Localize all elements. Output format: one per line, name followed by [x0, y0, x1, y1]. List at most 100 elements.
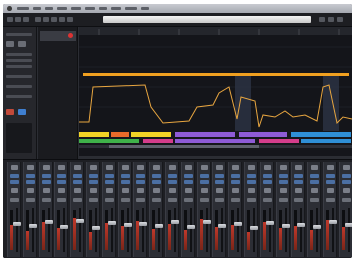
fader-track[interactable] [347, 208, 350, 252]
mute-solo-buttons[interactable] [341, 198, 351, 202]
pan-knob[interactable] [200, 188, 208, 193]
pan-knob[interactable] [295, 188, 303, 193]
pan-knob[interactable] [169, 188, 176, 193]
gain-knob[interactable] [169, 165, 176, 170]
channel-strip[interactable] [275, 162, 290, 257]
channel-strip[interactable] [149, 162, 164, 257]
send-slot[interactable] [310, 180, 320, 184]
channel-strip[interactable] [180, 162, 195, 257]
insert-slot[interactable] [326, 174, 335, 178]
channel-strip[interactable] [38, 162, 53, 257]
yellow-region[interactable] [131, 132, 171, 137]
send-slot[interactable] [278, 180, 288, 184]
purple-region[interactable] [175, 132, 235, 137]
mute-solo-buttons[interactable] [104, 198, 114, 202]
mute-solo-buttons[interactable] [278, 198, 288, 202]
insert-slot[interactable] [73, 174, 83, 178]
fader-track[interactable] [63, 208, 66, 252]
pan-knob[interactable] [137, 188, 145, 193]
play-button[interactable] [59, 17, 65, 22]
inspector-insert-slot[interactable] [6, 53, 32, 56]
menu-item-region[interactable] [71, 7, 81, 10]
send-slot[interactable] [136, 180, 146, 184]
inspector-eq-button[interactable] [18, 41, 26, 47]
pan-knob[interactable] [263, 188, 271, 193]
magenta-region[interactable] [259, 139, 299, 143]
send-slot[interactable] [152, 180, 162, 184]
forward-button[interactable] [43, 17, 49, 22]
menu-item-help[interactable] [141, 7, 149, 10]
pan-knob[interactable] [248, 188, 255, 193]
channel-strip[interactable] [70, 162, 85, 257]
automation-curve[interactable] [79, 84, 352, 128]
mute-solo-buttons[interactable] [57, 198, 67, 202]
mute-solo-buttons[interactable] [231, 198, 241, 202]
inspector-setting-button[interactable] [6, 41, 14, 47]
insert-slot[interactable] [199, 174, 209, 178]
volume-fader[interactable] [107, 221, 116, 225]
volume-fader[interactable] [265, 221, 274, 225]
channel-strip[interactable] [307, 162, 322, 257]
mute-solo-buttons[interactable] [73, 198, 83, 202]
gain-knob[interactable] [311, 165, 319, 170]
fader-track[interactable] [221, 208, 224, 252]
mute-solo-buttons[interactable] [199, 198, 209, 202]
send-slot[interactable] [168, 180, 177, 184]
volume-fader[interactable] [234, 222, 243, 226]
channel-strip[interactable] [133, 162, 148, 257]
record-button[interactable] [67, 17, 73, 22]
fader-track[interactable] [47, 208, 50, 252]
volume-fader[interactable] [218, 224, 227, 228]
gain-knob[interactable] [200, 165, 208, 170]
inspector-fader-area[interactable] [6, 123, 32, 153]
insert-slot[interactable] [278, 174, 288, 178]
gain-knob[interactable] [216, 165, 224, 170]
pan-knob[interactable] [42, 188, 50, 193]
send-slot[interactable] [247, 180, 256, 184]
menu-item-edit[interactable] [45, 7, 53, 10]
menu-item-file[interactable] [33, 7, 41, 10]
inspector-send-slot[interactable] [6, 65, 32, 68]
channel-strip[interactable] [86, 162, 100, 257]
green-region[interactable] [79, 139, 139, 143]
volume-fader[interactable] [155, 224, 164, 228]
fader-track[interactable] [31, 208, 34, 252]
pan-knob[interactable] [121, 188, 129, 193]
menu-item-app[interactable] [17, 7, 29, 10]
channel-strip[interactable] [212, 162, 227, 257]
gain-knob[interactable] [279, 165, 287, 170]
toolbar-button[interactable] [23, 17, 29, 22]
insert-slot[interactable] [247, 174, 256, 178]
volume-fader[interactable] [281, 224, 290, 228]
insert-slot[interactable] [25, 174, 35, 178]
send-slot[interactable] [25, 180, 35, 184]
fader-track[interactable] [284, 208, 287, 252]
mute-solo-buttons[interactable] [120, 198, 130, 202]
menu-item-audio[interactable] [99, 7, 107, 10]
library-button[interactable] [7, 17, 13, 22]
menu-item-window[interactable] [125, 7, 137, 10]
mute-solo-buttons[interactable] [136, 198, 146, 202]
channel-strip[interactable] [259, 162, 274, 257]
blue-region[interactable] [291, 132, 351, 137]
insert-slot[interactable] [41, 174, 51, 178]
channel-strip[interactable] [338, 162, 352, 257]
fader-track[interactable] [126, 208, 129, 252]
pan-knob[interactable] [279, 188, 287, 193]
pan-knob[interactable] [216, 188, 224, 193]
gain-knob[interactable] [232, 165, 240, 170]
inspector-automation-slot[interactable] [6, 95, 32, 98]
pan-knob[interactable] [153, 188, 161, 193]
insert-slot[interactable] [120, 174, 130, 178]
fader-track[interactable] [205, 208, 208, 252]
inspector-mute-button[interactable] [18, 109, 26, 115]
fader-track[interactable] [268, 208, 271, 252]
insert-slot[interactable] [168, 174, 177, 178]
pan-knob[interactable] [311, 188, 319, 193]
automation-editor[interactable] [79, 27, 352, 142]
media-button[interactable] [337, 17, 343, 22]
rewind-button[interactable] [35, 17, 41, 22]
channel-strip[interactable] [165, 162, 179, 257]
gain-knob[interactable] [121, 165, 129, 170]
channel-strip[interactable] [196, 162, 211, 257]
